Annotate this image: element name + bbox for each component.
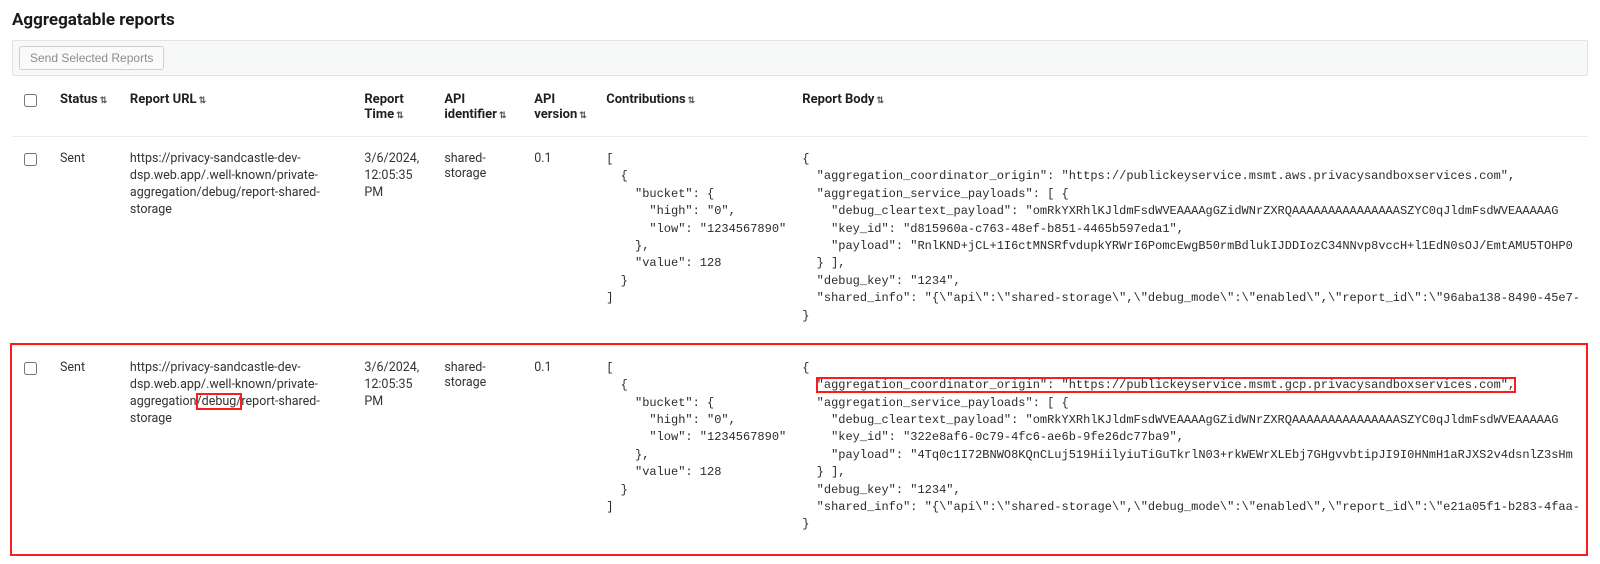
contributions-json: [ { "bucket": { "high": "0", "low": "123… <box>606 151 786 308</box>
cell-contributions: [ { "bucket": { "high": "0", "low": "123… <box>598 345 794 553</box>
sort-icon: ⇅ <box>100 97 108 106</box>
cell-report-body: { "aggregation_coordinator_origin": "htt… <box>794 137 1588 346</box>
annotation-highlight-coordinator-origin: "aggregation_coordinator_origin": "https… <box>817 378 1516 392</box>
cell-report-body: { "aggregation_coordinator_origin": "htt… <box>794 345 1588 553</box>
sort-icon: ⇅ <box>688 97 696 106</box>
report-body-json: { "aggregation_coordinator_origin": "htt… <box>802 151 1580 325</box>
sort-icon: ⇅ <box>876 97 884 106</box>
page-title: Aggregatable reports <box>12 10 1588 30</box>
row-checkbox[interactable] <box>24 153 37 166</box>
sort-icon: ⇅ <box>396 112 404 121</box>
table-row: Sent https://privacy-sandcastle-dev-dsp.… <box>12 345 1588 553</box>
cell-report-time: 3/6/2024, 12:05:35 PM <box>356 137 436 346</box>
col-header-report-time[interactable]: Report Time⇅ <box>356 82 436 137</box>
sort-icon: ⇅ <box>579 112 587 121</box>
row-checkbox[interactable] <box>24 362 37 375</box>
select-all-checkbox[interactable] <box>24 94 37 107</box>
col-header-status[interactable]: Status⇅ <box>52 82 122 137</box>
reports-table: Status⇅ Report URL⇅ Report Time⇅ API ide… <box>12 82 1588 554</box>
col-header-report-body[interactable]: Report Body⇅ <box>794 82 1588 137</box>
col-header-api-identifier[interactable]: API identifier⇅ <box>436 82 526 137</box>
annotation-highlight-url-debug: /debug/ <box>197 394 242 409</box>
cell-report-time: 3/6/2024, 12:05:35 PM <box>356 345 436 553</box>
table-row: Sent https://privacy-sandcastle-dev-dsp.… <box>12 137 1588 346</box>
cell-contributions: [ { "bucket": { "high": "0", "low": "123… <box>598 137 794 346</box>
col-header-report-url[interactable]: Report URL⇅ <box>122 82 356 137</box>
cell-api-version: 0.1 <box>526 345 598 553</box>
contributions-json: [ { "bucket": { "high": "0", "low": "123… <box>606 360 786 517</box>
col-header-api-version[interactable]: API version⇅ <box>526 82 598 137</box>
cell-status: Sent <box>52 137 122 346</box>
cell-api-identifier: shared-storage <box>436 137 526 346</box>
col-header-contributions[interactable]: Contributions⇅ <box>598 82 794 137</box>
send-selected-reports-button[interactable]: Send Selected Reports <box>19 46 164 70</box>
sort-icon: ⇅ <box>499 112 507 121</box>
cell-status: Sent <box>52 345 122 553</box>
cell-report-url: https://privacy-sandcastle-dev-dsp.web.a… <box>122 345 356 553</box>
report-body-json: { "aggregation_coordinator_origin": "htt… <box>802 360 1580 534</box>
cell-report-url: https://privacy-sandcastle-dev-dsp.web.a… <box>122 137 356 346</box>
cell-api-version: 0.1 <box>526 137 598 346</box>
cell-api-identifier: shared-storage <box>436 345 526 553</box>
toolbar: Send Selected Reports <box>12 40 1588 76</box>
sort-icon: ⇅ <box>199 97 207 106</box>
